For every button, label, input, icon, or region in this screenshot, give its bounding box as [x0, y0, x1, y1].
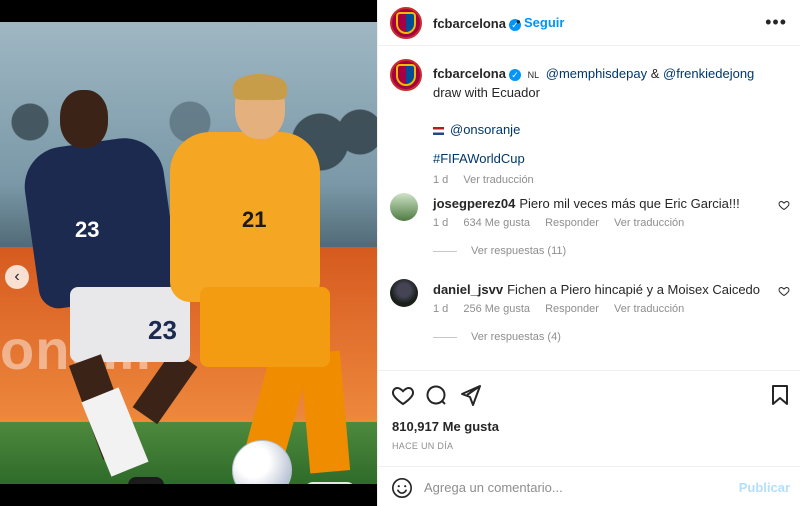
- more-horizontal-icon[interactable]: •••: [765, 12, 787, 33]
- fcb-crest-icon: [396, 12, 416, 34]
- replies-line: [433, 250, 457, 252]
- netherlands-jersey-number: 21: [242, 207, 267, 232]
- commenter-username[interactable]: josegperez04: [433, 196, 515, 211]
- caption-meta: 1 d Ver traducción: [433, 174, 546, 186]
- post-photo[interactable]: onelli 23 23 21 ‹: [0, 22, 377, 484]
- heart-icon[interactable]: [778, 285, 790, 297]
- comment-input[interactable]: [424, 477, 724, 497]
- publish-button[interactable]: Publicar: [739, 480, 790, 495]
- caption-text: fcbarcelona ✓ NL @memphisdepay & @frenkie…: [433, 65, 783, 102]
- netherlands-player-shorts: [200, 287, 330, 367]
- comment-time: 1 d: [433, 303, 449, 315]
- comment-likes[interactable]: 256 Me gusta: [463, 303, 530, 315]
- netherlands-flag-icon: [433, 126, 444, 135]
- chevron-left-icon[interactable]: ‹: [5, 265, 29, 289]
- mention-link[interactable]: @onsoranje: [450, 122, 520, 137]
- post-sidebar: fcbarcelona ✓ • Seguir ••• fcbarcelona ✓ N…: [377, 0, 800, 506]
- author-username-text: fcbarcelona: [433, 16, 506, 31]
- author-avatar[interactable]: [390, 7, 422, 39]
- comment-meta: 1 d 256 Me gusta Responder Ver traducció…: [433, 303, 696, 315]
- post-actions: 810,917 Me gusta HACE UN DÍA: [378, 370, 800, 466]
- commenter-username[interactable]: daniel_jsvv: [433, 282, 503, 297]
- comment-icon[interactable]: [424, 383, 448, 407]
- comment-time: 1 d: [433, 217, 449, 229]
- ecuador-player-jersey: [19, 133, 181, 311]
- header-separator: •: [516, 14, 521, 29]
- mention-link[interactable]: @memphisdepay: [546, 66, 647, 81]
- mention-link[interactable]: @frenkiedejong: [663, 66, 754, 81]
- view-replies-label: Ver respuestas (4): [471, 331, 561, 343]
- caption-username[interactable]: fcbarcelona: [433, 66, 506, 81]
- likes-count[interactable]: 810,917 Me gusta: [392, 419, 499, 434]
- view-replies-button[interactable]: Ver respuestas (11): [433, 245, 566, 257]
- reply-button[interactable]: Responder: [545, 303, 599, 315]
- caption-tag-line: @onsoranje: [433, 122, 520, 137]
- replies-line: [433, 336, 457, 338]
- heart-icon[interactable]: [778, 199, 790, 211]
- bookmark-icon[interactable]: [768, 383, 792, 407]
- translate-link[interactable]: Ver traducción: [463, 174, 533, 186]
- likes-number: 810,917: [392, 419, 439, 434]
- netherlands-player-shoe: [305, 482, 355, 484]
- verified-icon: ✓: [508, 68, 521, 81]
- fcb-crest-icon: [396, 64, 416, 86]
- post-time[interactable]: HACE UN DÍA: [392, 441, 453, 451]
- hashtag-link[interactable]: #FIFAWorldCup: [433, 151, 525, 166]
- commenter-avatar[interactable]: [390, 193, 418, 221]
- translate-link[interactable]: Ver traducción: [614, 303, 684, 315]
- view-replies-button[interactable]: Ver respuestas (4): [433, 331, 561, 343]
- caption-time: 1 d: [433, 174, 449, 186]
- likes-label: Me gusta: [442, 419, 499, 434]
- netherlands-player-hair: [233, 74, 287, 100]
- ecuador-player-head: [60, 90, 108, 148]
- commenter-avatar[interactable]: [390, 279, 418, 307]
- country-code: NL: [527, 70, 540, 80]
- heart-icon[interactable]: [391, 383, 415, 407]
- send-icon[interactable]: [458, 383, 482, 407]
- comments-area[interactable]: fcbarcelona ✓ NL @memphisdepay & @frenkie…: [378, 47, 800, 370]
- reply-button[interactable]: Responder: [545, 217, 599, 229]
- emoji-icon[interactable]: [391, 477, 413, 499]
- comment-text: daniel_jsvv Fichen a Piero hincapié y a M…: [433, 282, 763, 297]
- view-replies-label: Ver respuestas (11): [471, 245, 567, 257]
- comment-likes[interactable]: 634 Me gusta: [463, 217, 530, 229]
- caption-amp: &: [650, 66, 660, 81]
- post-media: onelli 23 23 21 ‹: [0, 0, 377, 506]
- ecuador-shorts-number: 23: [148, 315, 177, 345]
- comment-text: josegperez04 Piero mil veces más que Eric…: [433, 196, 763, 211]
- comment-body: Fichen a Piero hincapié y a Moisex Caice…: [507, 282, 761, 297]
- comment-composer: Publicar: [378, 466, 800, 506]
- caption-body: draw with Ecuador: [433, 85, 540, 100]
- follow-button[interactable]: Seguir: [524, 15, 564, 30]
- ecuador-jersey-number: 23: [75, 217, 100, 242]
- caption-avatar[interactable]: [390, 59, 422, 91]
- post-header: fcbarcelona ✓ • Seguir •••: [378, 0, 800, 46]
- author-username[interactable]: fcbarcelona ✓: [433, 16, 521, 31]
- ecuador-player-shoe: [128, 477, 164, 484]
- comment-body: Piero mil veces más que Eric Garcia!!!: [519, 196, 740, 211]
- comment-meta: 1 d 634 Me gusta Responder Ver traducció…: [433, 217, 696, 229]
- translate-link[interactable]: Ver traducción: [614, 217, 684, 229]
